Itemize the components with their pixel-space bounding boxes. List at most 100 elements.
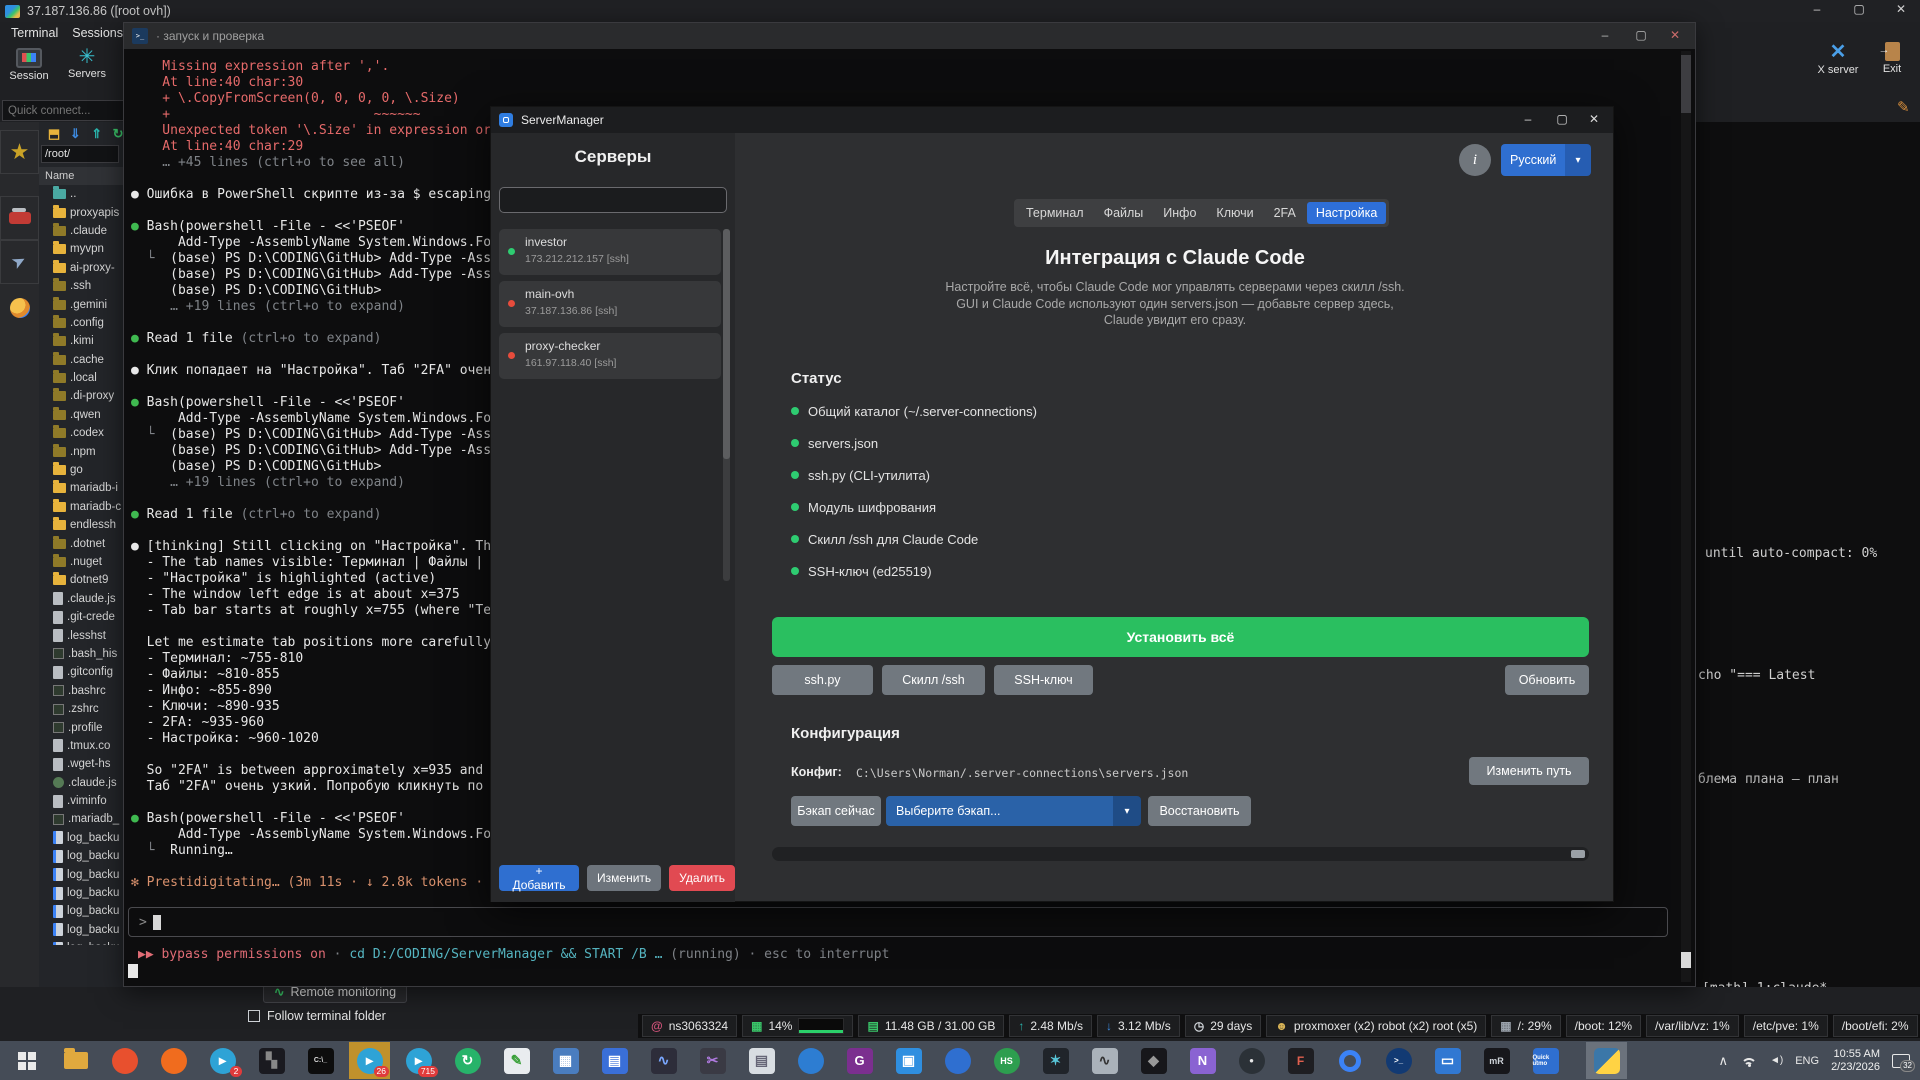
x-server-button[interactable]: ✕ X server	[1812, 40, 1864, 76]
file-item[interactable]: .gitconfig	[39, 663, 123, 681]
server-list-scrollbar[interactable]	[723, 229, 730, 581]
g-purple-app[interactable]: G	[839, 1042, 880, 1079]
file-item[interactable]: .wget-hs	[39, 755, 123, 773]
file-item[interactable]: ai-proxy-	[39, 259, 123, 277]
file-item[interactable]: go	[39, 461, 123, 479]
horizontal-scrollbar[interactable]	[772, 847, 1589, 861]
file-item[interactable]: .lesshst	[39, 626, 123, 644]
restore-button[interactable]: Восстановить	[1148, 796, 1251, 826]
terminal-close-button[interactable]: ✕	[1665, 28, 1685, 42]
change-path-button[interactable]: Изменить путь	[1469, 757, 1589, 785]
server-list-scrollbar-thumb[interactable]	[723, 229, 730, 459]
file-item[interactable]: proxyapis	[39, 203, 123, 221]
file-item[interactable]: log_backu	[39, 884, 123, 902]
file-item[interactable]: .mariadb_	[39, 810, 123, 828]
server-item[interactable]: main-ovh37.187.136.86 [ssh]	[499, 281, 721, 327]
notification-center-icon[interactable]: 32	[1892, 1054, 1910, 1068]
refresh-icon[interactable]: ↻	[109, 126, 123, 142]
file-item[interactable]: log_backu	[39, 829, 123, 847]
servermanager-titlebar[interactable]: ServerManager – ▢ ✕	[491, 107, 1613, 133]
file-item[interactable]: .kimi	[39, 332, 123, 350]
file-item[interactable]: .ssh	[39, 277, 123, 295]
network-tab[interactable]	[0, 298, 39, 321]
file-item[interactable]: myvpn	[39, 240, 123, 258]
servermanager-maximize-button[interactable]: ▢	[1551, 112, 1573, 126]
file-explorer[interactable]	[55, 1042, 96, 1079]
macros-tab[interactable]: ➤	[0, 240, 39, 284]
file-item[interactable]: .claude.js	[39, 774, 123, 792]
terminal-scrollbar[interactable]	[1681, 51, 1691, 982]
tray-clock[interactable]: 10:55 AM 2/23/2026	[1831, 1048, 1880, 1074]
dark-sphere-app[interactable]: ◆	[1133, 1042, 1174, 1079]
terminal-maximize-button[interactable]: ▢	[1631, 28, 1651, 42]
folder-up-icon[interactable]: ⬒	[45, 126, 63, 142]
install-all-button[interactable]: Установить всё	[772, 617, 1589, 657]
messenger-app[interactable]: ▸2	[202, 1042, 243, 1079]
thunderbird[interactable]	[790, 1042, 831, 1079]
notepad[interactable]: ▤	[741, 1042, 782, 1079]
tray-chevron-icon[interactable]: ∧	[1718, 1053, 1728, 1069]
file-item[interactable]: .tmux.co	[39, 737, 123, 755]
file-item[interactable]: mariadb-i	[39, 479, 123, 497]
follow-terminal-folder-checkbox[interactable]: Follow terminal folder	[248, 1009, 386, 1023]
file-item[interactable]: .qwen	[39, 406, 123, 424]
file-item[interactable]: .gemini	[39, 295, 123, 313]
install-part-button[interactable]: ssh.py	[772, 665, 873, 695]
file-item[interactable]: .cache	[39, 351, 123, 369]
telegram[interactable]: ▸715	[398, 1042, 439, 1079]
file-item[interactable]: .bash_his	[39, 645, 123, 663]
terminal-minimize-button[interactable]: –	[1595, 28, 1615, 42]
refresh-status-button[interactable]: Обновить	[1505, 665, 1589, 695]
start-button[interactable]	[6, 1042, 47, 1079]
remote-desktop[interactable]: ▭	[1427, 1042, 1468, 1079]
heidisql[interactable]: HS	[986, 1042, 1027, 1079]
dark-game-app[interactable]: ▚	[251, 1042, 292, 1079]
visual-studio[interactable]: ∿	[643, 1042, 684, 1079]
file-item[interactable]: .di-proxy	[39, 387, 123, 405]
server-item[interactable]: investor173.212.212.157 [ssh]	[499, 229, 721, 275]
mobaxterm-minimize-button[interactable]: –	[1806, 2, 1828, 16]
quick-connect-input[interactable]	[2, 100, 138, 121]
file-item[interactable]: .zshrc	[39, 700, 123, 718]
file-item[interactable]: .viminfo	[39, 792, 123, 810]
keyboard-language[interactable]: ENG	[1795, 1055, 1819, 1067]
blue-document-app[interactable]: ▤	[594, 1042, 635, 1079]
path-input[interactable]	[41, 145, 119, 163]
notepad-plus-plus[interactable]: ✎	[496, 1042, 537, 1079]
install-part-button[interactable]: Скилл /ssh	[882, 665, 985, 695]
system-monitor[interactable]: ∿	[1084, 1042, 1125, 1079]
tools-tab[interactable]	[0, 196, 39, 240]
file-item[interactable]: .bashrc	[39, 682, 123, 700]
file-item[interactable]: .claude.js	[39, 590, 123, 608]
file-item[interactable]: log_backu	[39, 865, 123, 883]
download-file-icon[interactable]: ⇓	[66, 126, 84, 142]
server-item[interactable]: proxy-checker161.97.118.40 [ssh]	[499, 333, 721, 379]
file-item[interactable]: .npm	[39, 442, 123, 460]
server-search-input[interactable]	[499, 187, 727, 213]
github-desktop[interactable]: ●	[1231, 1042, 1272, 1079]
file-item[interactable]: .local	[39, 369, 123, 387]
terminal-scrollbar-thumb[interactable]	[1681, 55, 1691, 113]
file-item[interactable]: endlessh	[39, 516, 123, 534]
purple-cut-tool[interactable]: ✂	[692, 1042, 733, 1079]
telegram-highlighted[interactable]: ▸26	[349, 1042, 390, 1079]
servers-button[interactable]: ✳ Servers	[60, 46, 114, 80]
file-column-header[interactable]: Name	[39, 167, 123, 185]
blue-sphere-app[interactable]	[937, 1042, 978, 1079]
mobaxterm-maximize-button[interactable]: ▢	[1848, 2, 1870, 16]
file-item[interactable]: log_backu	[39, 902, 123, 920]
edit-server-button[interactable]: Изменить	[587, 865, 661, 891]
photos-app[interactable]: ▣	[888, 1042, 929, 1079]
speaker-icon[interactable]: ◄)	[1770, 1055, 1783, 1066]
opera-ring-app[interactable]	[1329, 1042, 1370, 1079]
terminal-titlebar[interactable]: >_ · запуск и проверка – ▢ ✕	[124, 23, 1695, 49]
firefox-browser[interactable]	[153, 1042, 194, 1079]
sync-app[interactable]: ↻	[447, 1042, 488, 1079]
file-item[interactable]: .profile	[39, 718, 123, 736]
calculator[interactable]: ▦	[545, 1042, 586, 1079]
python-app[interactable]	[1586, 1042, 1627, 1079]
mobaxterm-close-button[interactable]: ✕	[1890, 2, 1912, 16]
session-button[interactable]: Session	[4, 48, 54, 82]
backup-now-button[interactable]: Бэкап сейчас	[791, 796, 881, 826]
edit-pencil-icon[interactable]: ✎	[1897, 98, 1910, 116]
